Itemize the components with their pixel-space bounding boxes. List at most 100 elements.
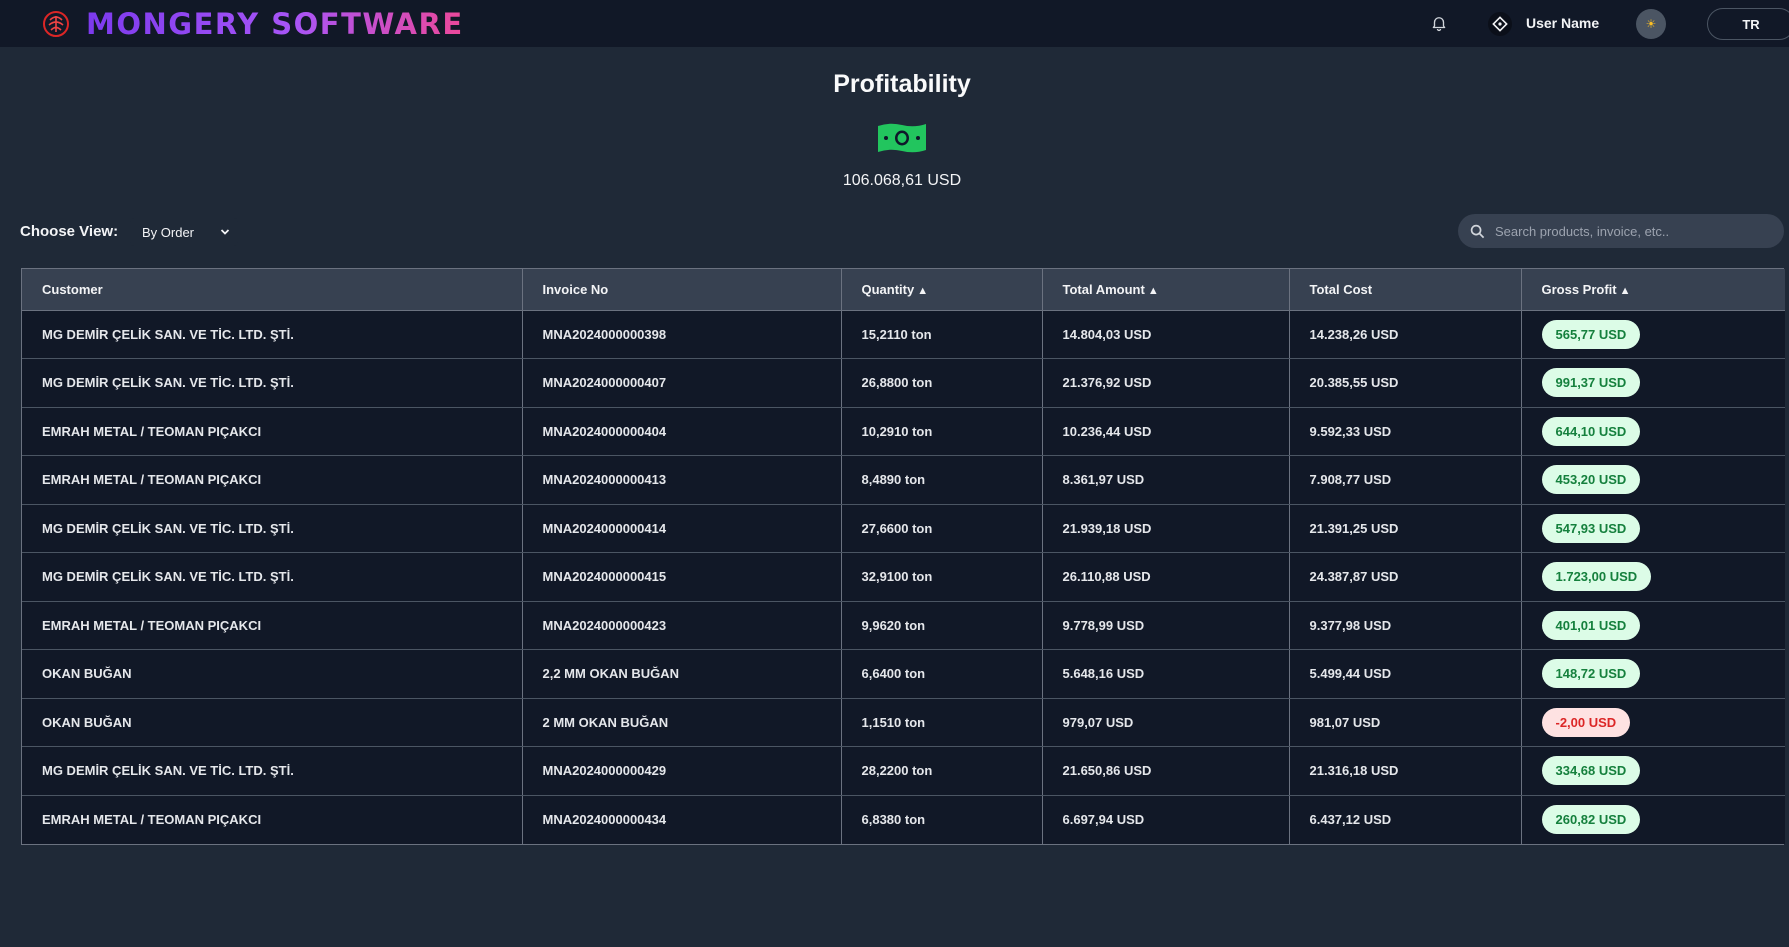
cell-quantity: 1,1510 ton [841, 698, 1043, 747]
cell-invoice-no: MNA2024000000407 [522, 358, 842, 408]
cell-invoice-no: MNA2024000000423 [522, 601, 842, 650]
profit-badge: -2,00 USD [1541, 707, 1631, 737]
brain-logo-icon[interactable] [42, 10, 70, 38]
view-select[interactable]: By Order [130, 218, 238, 246]
cell-total-amount: 26.110,88 USD [1042, 552, 1290, 602]
column-header-gross-profit[interactable]: Gross Profit ▲ [1521, 269, 1785, 311]
cell-gross-profit: 991,37 USD [1521, 358, 1785, 408]
cell-total-cost: 5.499,44 USD [1289, 649, 1522, 699]
cell-invoice-no: MNA2024000000398 [522, 310, 842, 359]
profit-badge: 565,77 USD [1541, 319, 1641, 349]
column-header-total-amount[interactable]: Total Amount ▲ [1042, 269, 1290, 311]
cell-total-cost: 24.387,87 USD [1289, 552, 1522, 602]
page-title: Profitability [833, 70, 971, 98]
cell-quantity: 8,4890 ton [841, 455, 1043, 505]
table-row[interactable]: OKAN BUĞAN 2,2 MM OKAN BUĞAN 6,6400 ton 5.6… [22, 649, 1785, 699]
cell-total-amount: 21.376,92 USD [1042, 358, 1290, 408]
cell-quantity: 15,2110 ton [841, 310, 1043, 359]
cell-quantity: 26,8800 ton [841, 358, 1043, 408]
table-row[interactable]: EMRAH METAL / TEOMAN PIÇAKCI MNA202400000… [22, 601, 1785, 650]
table-row[interactable]: EMRAH METAL / TEOMAN PIÇAKCI MNA202400000… [22, 455, 1785, 505]
search-input[interactable] [1495, 223, 1765, 239]
cell-total-cost: 14.238,26 USD [1289, 310, 1522, 359]
profit-badge: 334,68 USD [1541, 756, 1641, 786]
choose-view-label: Choose View: [20, 223, 119, 240]
cell-quantity: 6,8380 ton [841, 795, 1043, 844]
cell-gross-profit: 1.723,00 USD [1521, 552, 1785, 602]
total-profit-value: 106.068,61 USD [842, 172, 962, 189]
table-row[interactable]: MG DEMİR ÇELİK SAN. VE TİC. LTD. ŞTİ. MNA… [22, 552, 1785, 602]
cell-total-amount: 10.236,44 USD [1042, 407, 1290, 456]
column-header-customer[interactable]: Customer [22, 269, 523, 311]
cell-total-cost: 21.316,18 USD [1289, 746, 1522, 796]
cell-invoice-no: 2 MM OKAN BUĞAN [522, 698, 842, 747]
table-row[interactable]: MG DEMİR ÇELİK SAN. VE TİC. LTD. ŞTİ. MNA… [22, 504, 1785, 553]
cell-customer: MG DEMİR ÇELİK SAN. VE TİC. LTD. ŞTİ. [22, 310, 523, 359]
sort-asc-icon: ▲ [1147, 284, 1159, 297]
cell-gross-profit: 453,20 USD [1521, 455, 1785, 505]
cell-total-cost: 20.385,55 USD [1289, 358, 1522, 408]
profit-badge: 644,10 USD [1541, 416, 1641, 446]
diamond-user-icon[interactable] [1488, 12, 1512, 36]
cell-customer: EMRAH METAL / TEOMAN PIÇAKCI [22, 795, 523, 844]
cell-gross-profit: 547,93 USD [1521, 504, 1785, 553]
table-row[interactable]: MG DEMİR ÇELİK SAN. VE TİC. LTD. ŞTİ. MNA… [22, 310, 1785, 359]
table-row[interactable]: EMRAH METAL / TEOMAN PIÇAKCI MNA202400000… [22, 407, 1785, 456]
profitability-table: Customer Invoice No Quantity ▲ Total Amou… [21, 268, 1785, 845]
search-box[interactable] [1458, 214, 1784, 248]
cell-gross-profit: -2,00 USD [1521, 698, 1785, 747]
cell-total-amount: 6.697,94 USD [1042, 795, 1290, 844]
cell-gross-profit: 644,10 USD [1521, 407, 1785, 456]
cell-quantity: 32,9100 ton [841, 552, 1043, 602]
column-header-invoice-no[interactable]: Invoice No [522, 269, 842, 311]
cell-total-amount: 979,07 USD [1042, 698, 1290, 747]
cell-gross-profit: 401,01 USD [1521, 601, 1785, 650]
profit-badge: 401,01 USD [1541, 610, 1641, 640]
top-bar: MONGERY SOFTWARE User Name ☀ TR [0, 0, 1789, 47]
cell-quantity: 6,6400 ton [841, 649, 1043, 699]
sort-asc-icon: ▲ [917, 284, 929, 297]
cell-customer: EMRAH METAL / TEOMAN PIÇAKCI [22, 407, 523, 456]
cell-total-amount: 14.804,03 USD [1042, 310, 1290, 359]
table-row[interactable]: OKAN BUĞAN 2 MM OKAN BUĞAN 1,1510 ton 979,0… [22, 698, 1785, 747]
user-name[interactable]: User Name [1526, 15, 1599, 31]
cell-customer: MG DEMİR ÇELİK SAN. VE TİC. LTD. ŞTİ. [22, 504, 523, 553]
sun-icon: ☀ [1645, 17, 1657, 31]
theme-toggle-button[interactable]: ☀ [1636, 9, 1666, 39]
cell-customer: OKAN BUĞAN [22, 698, 523, 747]
table-row[interactable]: MG DEMİR ÇELİK SAN. VE TİC. LTD. ŞTİ. MNA… [22, 358, 1785, 408]
profit-badge: 991,37 USD [1541, 368, 1641, 398]
cell-total-cost: 7.908,77 USD [1289, 455, 1522, 505]
cell-invoice-no: MNA2024000000429 [522, 746, 842, 796]
language-button[interactable]: TR [1707, 8, 1789, 40]
profit-badge: 453,20 USD [1541, 465, 1641, 495]
bell-icon[interactable] [1430, 14, 1448, 32]
cell-total-amount: 8.361,97 USD [1042, 455, 1290, 505]
cell-invoice-no: MNA2024000000404 [522, 407, 842, 456]
sort-asc-icon: ▲ [1619, 284, 1631, 297]
cell-total-cost: 981,07 USD [1289, 698, 1522, 747]
cell-customer: EMRAH METAL / TEOMAN PIÇAKCI [22, 601, 523, 650]
cell-invoice-no: MNA2024000000415 [522, 552, 842, 602]
cell-total-amount: 21.650,86 USD [1042, 746, 1290, 796]
profit-badge: 547,93 USD [1541, 513, 1641, 543]
table-row[interactable]: MG DEMİR ÇELİK SAN. VE TİC. LTD. ŞTİ. MNA… [22, 746, 1785, 796]
cell-quantity: 9,9620 ton [841, 601, 1043, 650]
column-header-total-cost[interactable]: Total Cost [1289, 269, 1522, 311]
cell-quantity: 28,2200 ton [841, 746, 1043, 796]
cell-total-cost: 21.391,25 USD [1289, 504, 1522, 553]
cell-total-cost: 6.437,12 USD [1289, 795, 1522, 844]
cell-customer: MG DEMİR ÇELİK SAN. VE TİC. LTD. ŞTİ. [22, 746, 523, 796]
cell-quantity: 10,2910 ton [841, 407, 1043, 456]
cell-gross-profit: 565,77 USD [1521, 310, 1785, 359]
brand-name[interactable]: MONGERY SOFTWARE [86, 7, 464, 41]
column-header-quantity[interactable]: Quantity ▲ [841, 269, 1043, 311]
view-select-value: By Order [142, 224, 195, 240]
cell-total-amount: 5.648,16 USD [1042, 649, 1290, 699]
cell-invoice-no: MNA2024000000413 [522, 455, 842, 505]
table-header-row: Customer Invoice No Quantity ▲ Total Amou… [22, 269, 1785, 311]
cell-total-cost: 9.377,98 USD [1289, 601, 1522, 650]
search-icon [1470, 224, 1485, 238]
table-row[interactable]: EMRAH METAL / TEOMAN PIÇAKCI MNA202400000… [22, 795, 1785, 844]
cell-total-amount: 9.778,99 USD [1042, 601, 1290, 650]
